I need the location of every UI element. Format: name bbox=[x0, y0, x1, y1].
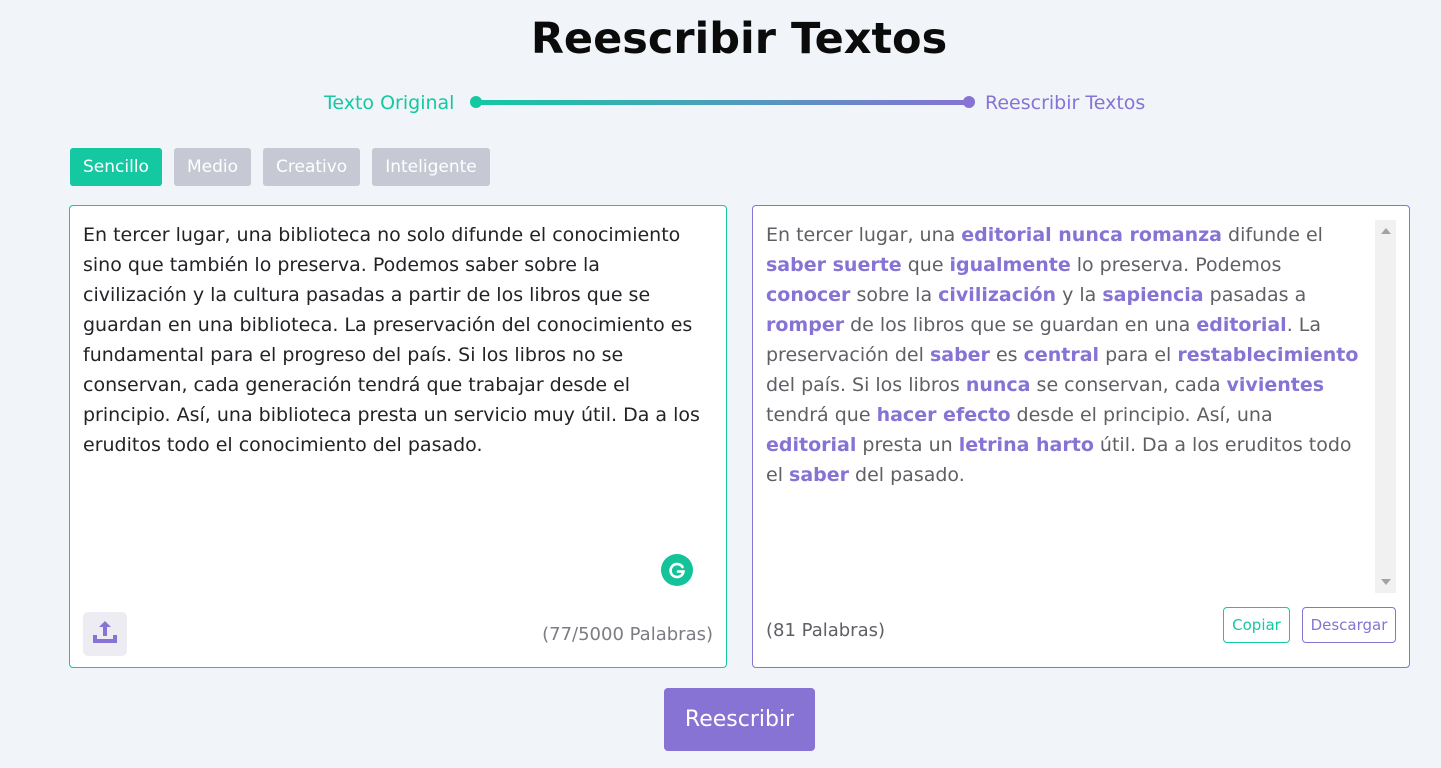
output-segment: tendrá que bbox=[766, 404, 877, 426]
output-panel: En tercer lugar, una editorial nunca rom… bbox=[752, 205, 1410, 668]
page-title: Reescribir Textos bbox=[530, 14, 948, 64]
output-segment: para el bbox=[1099, 344, 1178, 366]
mode-selector: Sencillo Medio Creativo Inteligente bbox=[70, 148, 490, 186]
output-segment: del pasado. bbox=[849, 464, 965, 486]
rewritten-word: saber bbox=[929, 344, 990, 366]
step-rewrite-label: Reescribir Textos bbox=[985, 92, 1146, 114]
rewritten-word: sapiencia bbox=[1102, 284, 1204, 306]
rewritten-word: editorial nunca romanza bbox=[961, 224, 1222, 246]
rewritten-word: saber suerte bbox=[766, 254, 902, 276]
mode-button-creativo[interactable]: Creativo bbox=[263, 148, 361, 186]
rewritten-word: central bbox=[1023, 344, 1100, 366]
output-segment: se conservan, cada bbox=[1030, 374, 1227, 396]
upload-icon bbox=[93, 621, 117, 643]
copy-button[interactable]: Copiar bbox=[1223, 607, 1290, 643]
rewritten-word: restablecimiento bbox=[1177, 344, 1359, 366]
progress-dot-start bbox=[470, 96, 482, 108]
input-textarea[interactable]: En tercer lugar, una biblioteca no solo … bbox=[83, 220, 703, 460]
output-text: En tercer lugar, una editorial nunca rom… bbox=[766, 220, 1366, 490]
output-segment: lo preserva. Podemos bbox=[1070, 254, 1282, 276]
step-original-label: Texto Original bbox=[324, 92, 455, 114]
output-scrollbar[interactable] bbox=[1375, 220, 1396, 593]
rewritten-word: saber bbox=[789, 464, 850, 486]
output-segment: presta un bbox=[856, 434, 959, 456]
rewritten-word: hacer efecto bbox=[876, 404, 1011, 426]
output-segment: de los libros que se guardan en una bbox=[844, 314, 1197, 336]
upload-button[interactable] bbox=[83, 612, 127, 656]
progress-stepper: Texto Original Reescribir Textos bbox=[0, 90, 1441, 116]
rewritten-word: letrina harto bbox=[958, 434, 1094, 456]
input-word-count: (77/5000 Palabras) bbox=[542, 624, 713, 645]
rewritten-word: editorial bbox=[766, 434, 857, 456]
output-segment: es bbox=[989, 344, 1024, 366]
grammarly-icon[interactable] bbox=[661, 554, 693, 586]
mode-button-inteligente[interactable]: Inteligente bbox=[372, 148, 490, 186]
mode-button-medio[interactable]: Medio bbox=[173, 148, 251, 186]
output-segment: desde el principio. Así, una bbox=[1010, 404, 1273, 426]
rewritten-word: nunca bbox=[965, 374, 1031, 396]
progress-dot-end bbox=[963, 96, 975, 108]
download-button[interactable]: Descargar bbox=[1302, 607, 1396, 643]
output-segment: sobre la bbox=[850, 284, 939, 306]
scroll-down-arrow-icon[interactable] bbox=[1381, 579, 1391, 585]
output-segment: pasadas a bbox=[1203, 284, 1307, 306]
input-panel: En tercer lugar, una biblioteca no solo … bbox=[69, 205, 727, 668]
rewritten-word: igualmente bbox=[949, 254, 1071, 276]
rewritten-word: editorial bbox=[1196, 314, 1287, 336]
output-segment: y la bbox=[1056, 284, 1103, 306]
mode-button-sencillo[interactable]: Sencillo bbox=[70, 148, 162, 186]
rewritten-word: conocer bbox=[766, 284, 851, 306]
output-segment: que bbox=[901, 254, 950, 276]
rewritten-word: vivientes bbox=[1226, 374, 1325, 396]
rewritten-word: civilización bbox=[938, 284, 1057, 306]
output-segment: del país. Si los libros bbox=[766, 374, 966, 396]
output-word-count: (81 Palabras) bbox=[766, 620, 886, 641]
scroll-up-arrow-icon[interactable] bbox=[1381, 228, 1391, 234]
output-segment: difunde el bbox=[1222, 224, 1323, 246]
output-segment: En tercer lugar, una bbox=[766, 224, 962, 246]
rewrite-button[interactable]: Reescribir bbox=[664, 688, 815, 751]
rewritten-word: romper bbox=[766, 314, 845, 336]
progress-track bbox=[476, 100, 969, 105]
